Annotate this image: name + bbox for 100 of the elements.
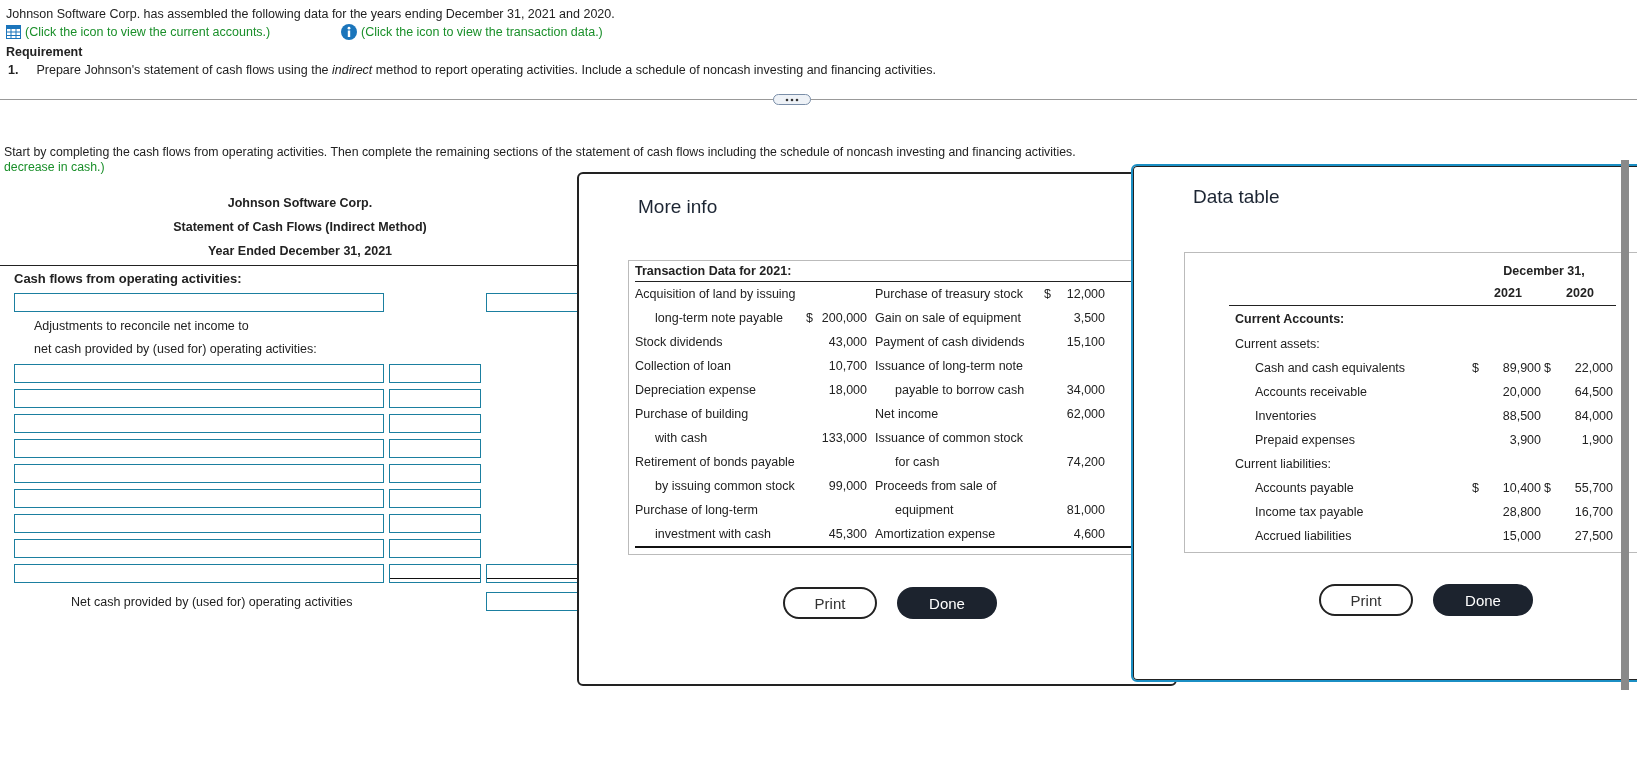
table-cell-text: 64,500: [1574, 384, 1613, 401]
dialog-title: More info: [638, 196, 718, 218]
column-header: December 31,: [1502, 263, 1586, 280]
table-cell: 43,000: [828, 335, 867, 349]
expand-button[interactable]: [773, 94, 811, 105]
table-cell-text: Collection of loan: [635, 358, 732, 375]
input-field[interactable]: [14, 514, 384, 533]
hint-text: decrease in cash.): [4, 160, 105, 174]
instruction-text: Start by completing the cash flows from operating activities. Then complete the remaining sections of the statement of cash flows including the schedule of noncash investing and financing activities.: [4, 145, 1076, 159]
table-cell-text: by issuing common stock: [654, 478, 795, 495]
input-field[interactable]: [389, 439, 481, 458]
done-button[interactable]: Done: [1433, 584, 1533, 616]
table-cell: 45,300: [828, 527, 867, 541]
currency-sign: $: [1472, 361, 1479, 375]
table-cell-text: Purchase of long-term: [635, 502, 759, 519]
table-cell: 74,200: [1066, 455, 1105, 469]
info-icon[interactable]: [341, 24, 357, 40]
input-field[interactable]: [389, 364, 481, 383]
input-field[interactable]: [14, 489, 384, 508]
row-label: Prepaid expenses: [1254, 432, 1357, 449]
table-cell-text: Net income: [874, 406, 940, 423]
link[interactable]: (Click the icon to view the transaction data.): [361, 25, 603, 39]
table-cell-text: 15,000: [1502, 528, 1541, 545]
ellipsis-icon[interactable]: [785, 97, 799, 102]
scrollbar[interactable]: [1621, 160, 1629, 690]
table-cell-text: 3,900: [1509, 432, 1541, 449]
table-cell-text: for cash: [894, 454, 941, 471]
requirement-heading: Requirement: [6, 44, 84, 61]
currency-sign: $: [1544, 361, 1551, 375]
done-button[interactable]: Done: [897, 587, 997, 619]
section-heading: Cash flows from operating activities:: [14, 270, 243, 288]
table-cell-text: Payment of cash dividends: [874, 334, 1026, 351]
row-label: Inventories: [1254, 408, 1318, 425]
table-cell: 34,000: [1066, 383, 1105, 397]
table-cell-text: Retirement of bonds payable: [635, 454, 795, 471]
table-cell: 3,500: [1073, 311, 1105, 325]
currency-sign: $: [1044, 287, 1051, 301]
table-cell-text: 55,700: [1574, 480, 1613, 497]
input-field[interactable]: [14, 293, 384, 312]
print-button[interactable]: Print: [1319, 584, 1413, 616]
input-field[interactable]: [14, 439, 384, 458]
row-label: net cash provided by (used for) operating activities:: [33, 341, 318, 358]
statement-title: Year Ended December 31, 2021: [206, 243, 394, 260]
statement-title: Johnson Software Corp.: [226, 195, 374, 212]
input-field[interactable]: [389, 564, 481, 583]
print-button[interactable]: Print: [783, 587, 877, 619]
row-label: Adjustments to reconcile net income to: [33, 318, 250, 335]
section-heading: Current Accounts:: [1234, 311, 1346, 328]
currency-sign: $: [1472, 481, 1479, 495]
input-field[interactable]: [389, 389, 481, 408]
table-cell-text: Stock dividends: [635, 334, 724, 351]
dialog-title: Data table: [1193, 186, 1280, 208]
table-cell-text: Purchase of treasury stock: [874, 286, 1024, 303]
statement-title: Statement of Cash Flows (Indirect Method): [172, 219, 428, 236]
table-cell-text: 88,500: [1502, 408, 1541, 425]
input-field[interactable]: [389, 539, 481, 558]
row-label: Income tax payable: [1254, 504, 1365, 521]
input-field[interactable]: [389, 464, 481, 483]
currency-sign: $: [806, 311, 813, 325]
table-cell-text: 20,000: [1502, 384, 1541, 401]
input-field[interactable]: [389, 489, 481, 508]
table-cell-text: long-term note payable: [654, 310, 784, 327]
table-icon[interactable]: [6, 25, 21, 39]
input-field[interactable]: [389, 414, 481, 433]
table-cell-text: Gain on sale of equipment: [874, 310, 1022, 327]
table-cell-text: 89,900: [1502, 360, 1541, 377]
input-field[interactable]: [14, 414, 384, 433]
row-label: Accrued liabilities: [1254, 528, 1353, 545]
table-cell: 12,000: [1066, 287, 1105, 301]
table-cell: 15,100: [1066, 335, 1105, 349]
table-cell-text: with cash: [654, 430, 709, 447]
table-cell: 133,000: [821, 431, 867, 445]
intro-text: Johnson Software Corp. has assembled the following data for the years ending December 31, 2021 and 2020.: [6, 6, 616, 23]
input-field[interactable]: [14, 539, 384, 558]
table-cell-text: investment with cash: [654, 526, 773, 543]
table-cell-text: 27,500: [1574, 528, 1613, 545]
table-cell: 81,000: [1066, 503, 1105, 517]
column-header: 2020: [1544, 281, 1616, 306]
table-cell-text: Purchase of building: [635, 406, 750, 423]
row-label: Cash and cash equivalents: [1254, 360, 1407, 377]
input-field[interactable]: [14, 389, 384, 408]
input-field[interactable]: [389, 514, 481, 533]
table-cell: 99,000: [828, 479, 867, 493]
table-cell-text: equipment: [894, 502, 955, 519]
table-cell-text: payable to borrow cash: [894, 382, 1026, 399]
input-field[interactable]: [14, 464, 384, 483]
column-header: 2021: [1472, 281, 1544, 306]
list-number: 1.: [7, 62, 19, 79]
row-label: Current assets:: [1234, 336, 1321, 353]
table-cell-text: Issuance of long-term note: [874, 358, 1024, 375]
table-cell-text: Issuance of common stock: [874, 430, 1024, 447]
table-cell: 62,000: [1066, 407, 1105, 421]
table-cell-text: Acquisition of land by issuing: [635, 286, 795, 303]
row-label: Current liabilities:: [1234, 456, 1332, 473]
input-field[interactable]: [14, 364, 384, 383]
input-field[interactable]: [14, 564, 384, 583]
link[interactable]: (Click the icon to view the current accounts.): [25, 25, 271, 39]
table-cell: 18,000: [828, 383, 867, 397]
table-cell: 10,700: [828, 359, 867, 373]
table-cell-text: 84,000: [1574, 408, 1613, 425]
